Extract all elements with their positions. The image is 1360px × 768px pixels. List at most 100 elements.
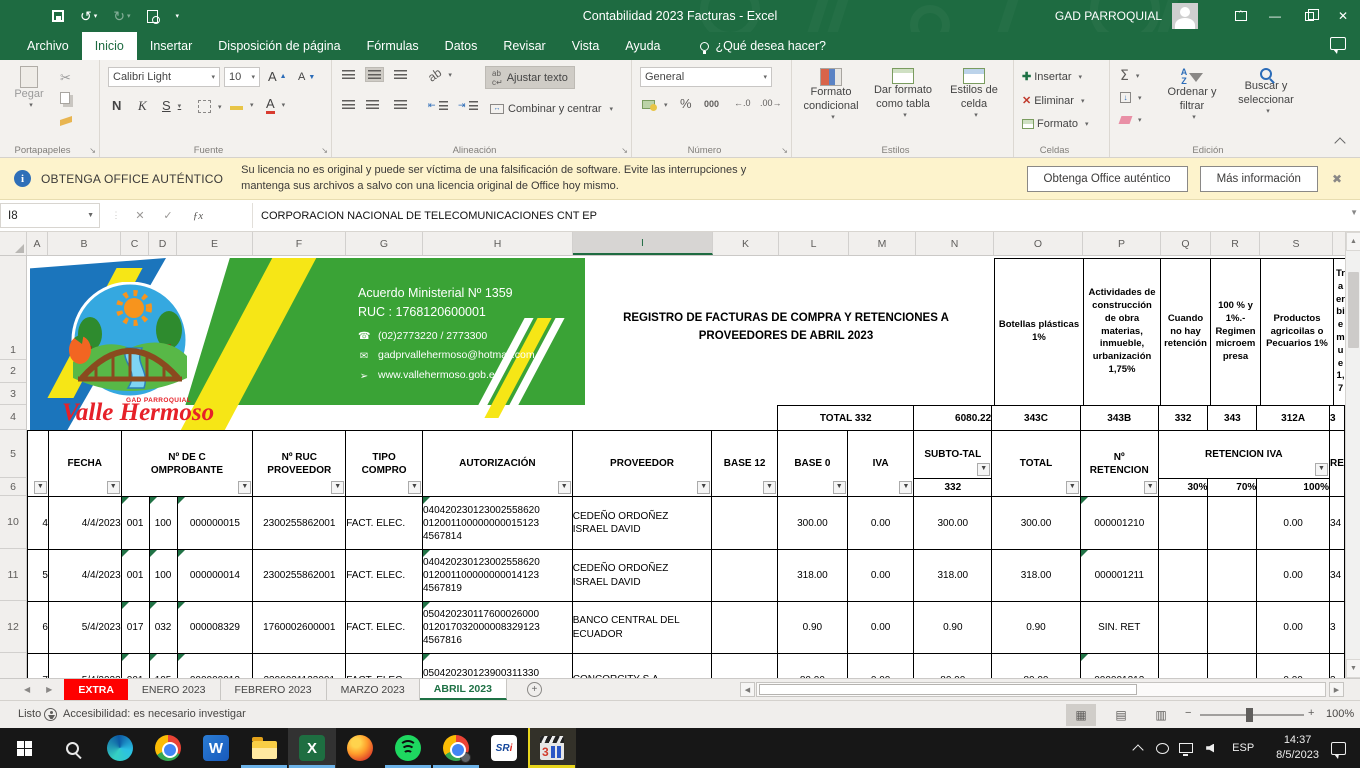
number-dialog-launcher[interactable]: ↘ bbox=[781, 146, 788, 155]
code-312a-cell[interactable]: 312A bbox=[1257, 406, 1330, 431]
sheet-tab-enero[interactable]: ENERO 2023 bbox=[128, 679, 221, 700]
col-header-g[interactable]: G bbox=[346, 232, 423, 255]
header-num-retencion[interactable]: Nº RETENCION▼ bbox=[1080, 431, 1158, 497]
number-format-select[interactable]: General▾ bbox=[640, 67, 772, 87]
sheet-tab-abril-active[interactable]: ABRIL 2023 bbox=[420, 679, 507, 700]
align-bottom-icon[interactable] bbox=[394, 70, 407, 79]
row-header-2[interactable]: 2 bbox=[0, 360, 26, 383]
formula-content[interactable]: CORPORACION NACIONAL DE TELECOMUNICACION… bbox=[261, 203, 597, 228]
header-base12[interactable]: BASE 12▼ bbox=[712, 431, 778, 497]
filter-icon[interactable]: ▼ bbox=[1315, 463, 1328, 476]
filter-icon[interactable]: ▼ bbox=[1066, 481, 1079, 494]
row-header-11[interactable]: 11 bbox=[0, 549, 26, 601]
cell-styles-button[interactable]: Estilos de celda▾ bbox=[942, 68, 1006, 120]
col-header-m[interactable]: M bbox=[849, 232, 916, 255]
header-fecha[interactable]: FECHA▼ bbox=[48, 431, 121, 497]
paste-button[interactable]: Pegar ▾ bbox=[8, 66, 50, 111]
align-center-icon[interactable] bbox=[366, 100, 379, 109]
col-header-r[interactable]: R bbox=[1211, 232, 1260, 255]
taskbar-chrome[interactable] bbox=[144, 728, 192, 768]
worksheet-grid[interactable]: 1 2 3 4 5 6 10 11 12 bbox=[0, 256, 1345, 678]
taskbar-search-button[interactable] bbox=[48, 728, 96, 768]
code-clipped-cell[interactable]: 3 bbox=[1329, 406, 1344, 431]
taskbar-spotify[interactable] bbox=[384, 728, 432, 768]
align-top-icon[interactable] bbox=[342, 70, 355, 79]
zoom-slider-thumb[interactable] bbox=[1246, 708, 1253, 722]
col-header-b[interactable]: B bbox=[48, 232, 121, 255]
align-left-icon[interactable] bbox=[342, 100, 355, 109]
save-icon[interactable] bbox=[52, 10, 64, 22]
retencion-col-clipped[interactable]: Tra er bie mue 1,7 bbox=[1333, 258, 1345, 406]
col-header-h[interactable]: H bbox=[423, 232, 573, 255]
bold-button[interactable]: N bbox=[112, 98, 121, 113]
network-icon[interactable] bbox=[1174, 743, 1198, 753]
sheet-tab-febrero[interactable]: FEBRERO 2023 bbox=[221, 679, 327, 700]
horizontal-scrollbar[interactable]: ◀ ▶ bbox=[740, 682, 1344, 697]
minimize-button[interactable]: — bbox=[1258, 0, 1292, 32]
insert-function-icon[interactable]: ƒx bbox=[186, 203, 210, 228]
account-name[interactable]: GAD PARROQUIAL bbox=[1055, 9, 1162, 23]
italic-button[interactable]: K bbox=[138, 98, 147, 114]
header-retencion-iva[interactable]: RETENCION IVA▼ bbox=[1158, 431, 1329, 479]
filter-icon[interactable]: ▼ bbox=[331, 481, 344, 494]
header-comprobante[interactable]: Nº DE C OMPROBANTE▼ bbox=[121, 431, 253, 497]
onedrive-icon[interactable] bbox=[1150, 743, 1174, 754]
name-box-caret-icon[interactable]: ▼ bbox=[87, 212, 94, 219]
next-sheet-icon[interactable]: ▶ bbox=[46, 685, 52, 694]
tab-vista[interactable]: Vista bbox=[559, 32, 613, 60]
header-tipo[interactable]: TIPO COMPRO▼ bbox=[346, 431, 423, 497]
get-office-button[interactable]: Obtenga Office auténtico bbox=[1027, 166, 1188, 192]
scroll-up-icon[interactable]: ▲ bbox=[1346, 232, 1360, 251]
decrease-indent-icon[interactable]: ⇤ bbox=[428, 100, 448, 111]
collapse-ribbon-icon[interactable] bbox=[1334, 137, 1345, 148]
decrease-decimal-icon[interactable]: .00→ bbox=[760, 98, 782, 108]
font-color-icon[interactable]: A▾ bbox=[266, 96, 285, 114]
col-header-s[interactable]: S bbox=[1260, 232, 1333, 255]
alignment-dialog-launcher[interactable]: ↘ bbox=[621, 146, 628, 155]
header-iva[interactable]: IVA▼ bbox=[847, 431, 914, 497]
retencion-col-botellas[interactable]: Botellas plásticas 1% bbox=[994, 258, 1084, 406]
filter-icon[interactable]: ▼ bbox=[34, 481, 47, 494]
col-header-c[interactable]: C bbox=[121, 232, 149, 255]
taskbar-sri[interactable]: SRi bbox=[480, 728, 528, 768]
font-dialog-launcher[interactable]: ↘ bbox=[321, 146, 328, 155]
col-header-i-selected[interactable]: I bbox=[573, 232, 713, 255]
align-right-icon[interactable] bbox=[394, 100, 407, 109]
cancel-entry-icon[interactable]: ✕ bbox=[128, 203, 152, 228]
retencion-col-sin-retencion[interactable]: Cuando no hay retención bbox=[1160, 258, 1211, 406]
start-button[interactable] bbox=[0, 728, 48, 768]
header-autorizacion[interactable]: AUTORIZACIÓN▼ bbox=[422, 431, 572, 497]
copy-icon[interactable] bbox=[60, 92, 70, 104]
filter-icon[interactable]: ▼ bbox=[899, 481, 912, 494]
col-header-a[interactable]: A bbox=[27, 232, 48, 255]
retencion-col-agricolas[interactable]: Productos agricoilas o Pecuarios 1% bbox=[1260, 258, 1334, 406]
header-t-clipped[interactable]: RE bbox=[1329, 431, 1344, 497]
zoom-out-icon[interactable]: − bbox=[1185, 707, 1191, 719]
subheader-30[interactable]: 30% bbox=[1158, 479, 1208, 497]
fill-color-icon[interactable]: ▾ bbox=[230, 100, 254, 110]
filter-icon[interactable]: ▼ bbox=[107, 481, 120, 494]
retencion-col-construccion[interactable]: Actividades de construcción de obra mate… bbox=[1083, 258, 1161, 406]
zoom-level[interactable]: 100% bbox=[1326, 708, 1354, 720]
filter-icon[interactable]: ▼ bbox=[1144, 481, 1157, 494]
currency-icon[interactable]: ▾ bbox=[642, 98, 668, 111]
tab-archivo[interactable]: Archivo bbox=[14, 32, 82, 60]
language-indicator[interactable]: ESP bbox=[1232, 742, 1254, 754]
vertical-scrollbar[interactable]: ▲ ▼ bbox=[1345, 232, 1360, 678]
filter-icon[interactable]: ▼ bbox=[558, 481, 571, 494]
subheader-332[interactable]: 332 bbox=[914, 479, 992, 497]
format-cells-button[interactable]: Formato▾ bbox=[1022, 118, 1088, 130]
row-header-3[interactable]: 3 bbox=[0, 383, 26, 405]
header-subtotal[interactable]: SUBTO-TAL▼ bbox=[914, 431, 992, 479]
percent-icon[interactable]: % bbox=[680, 96, 692, 111]
restore-button[interactable] bbox=[1292, 0, 1326, 32]
underline-button[interactable]: S▾ bbox=[162, 98, 181, 113]
thousands-icon[interactable]: 000 bbox=[704, 99, 719, 109]
clipboard-dialog-launcher[interactable]: ↘ bbox=[89, 146, 96, 155]
align-middle-icon[interactable] bbox=[366, 68, 383, 81]
sheet-tab-extra[interactable]: EXTRA bbox=[64, 679, 128, 700]
conditional-formatting-button[interactable]: Formato condicional▾ bbox=[798, 68, 864, 122]
filter-icon[interactable]: ▼ bbox=[833, 481, 846, 494]
col-header-p[interactable]: P bbox=[1083, 232, 1161, 255]
increase-indent-icon[interactable]: ⇥ bbox=[458, 100, 478, 111]
